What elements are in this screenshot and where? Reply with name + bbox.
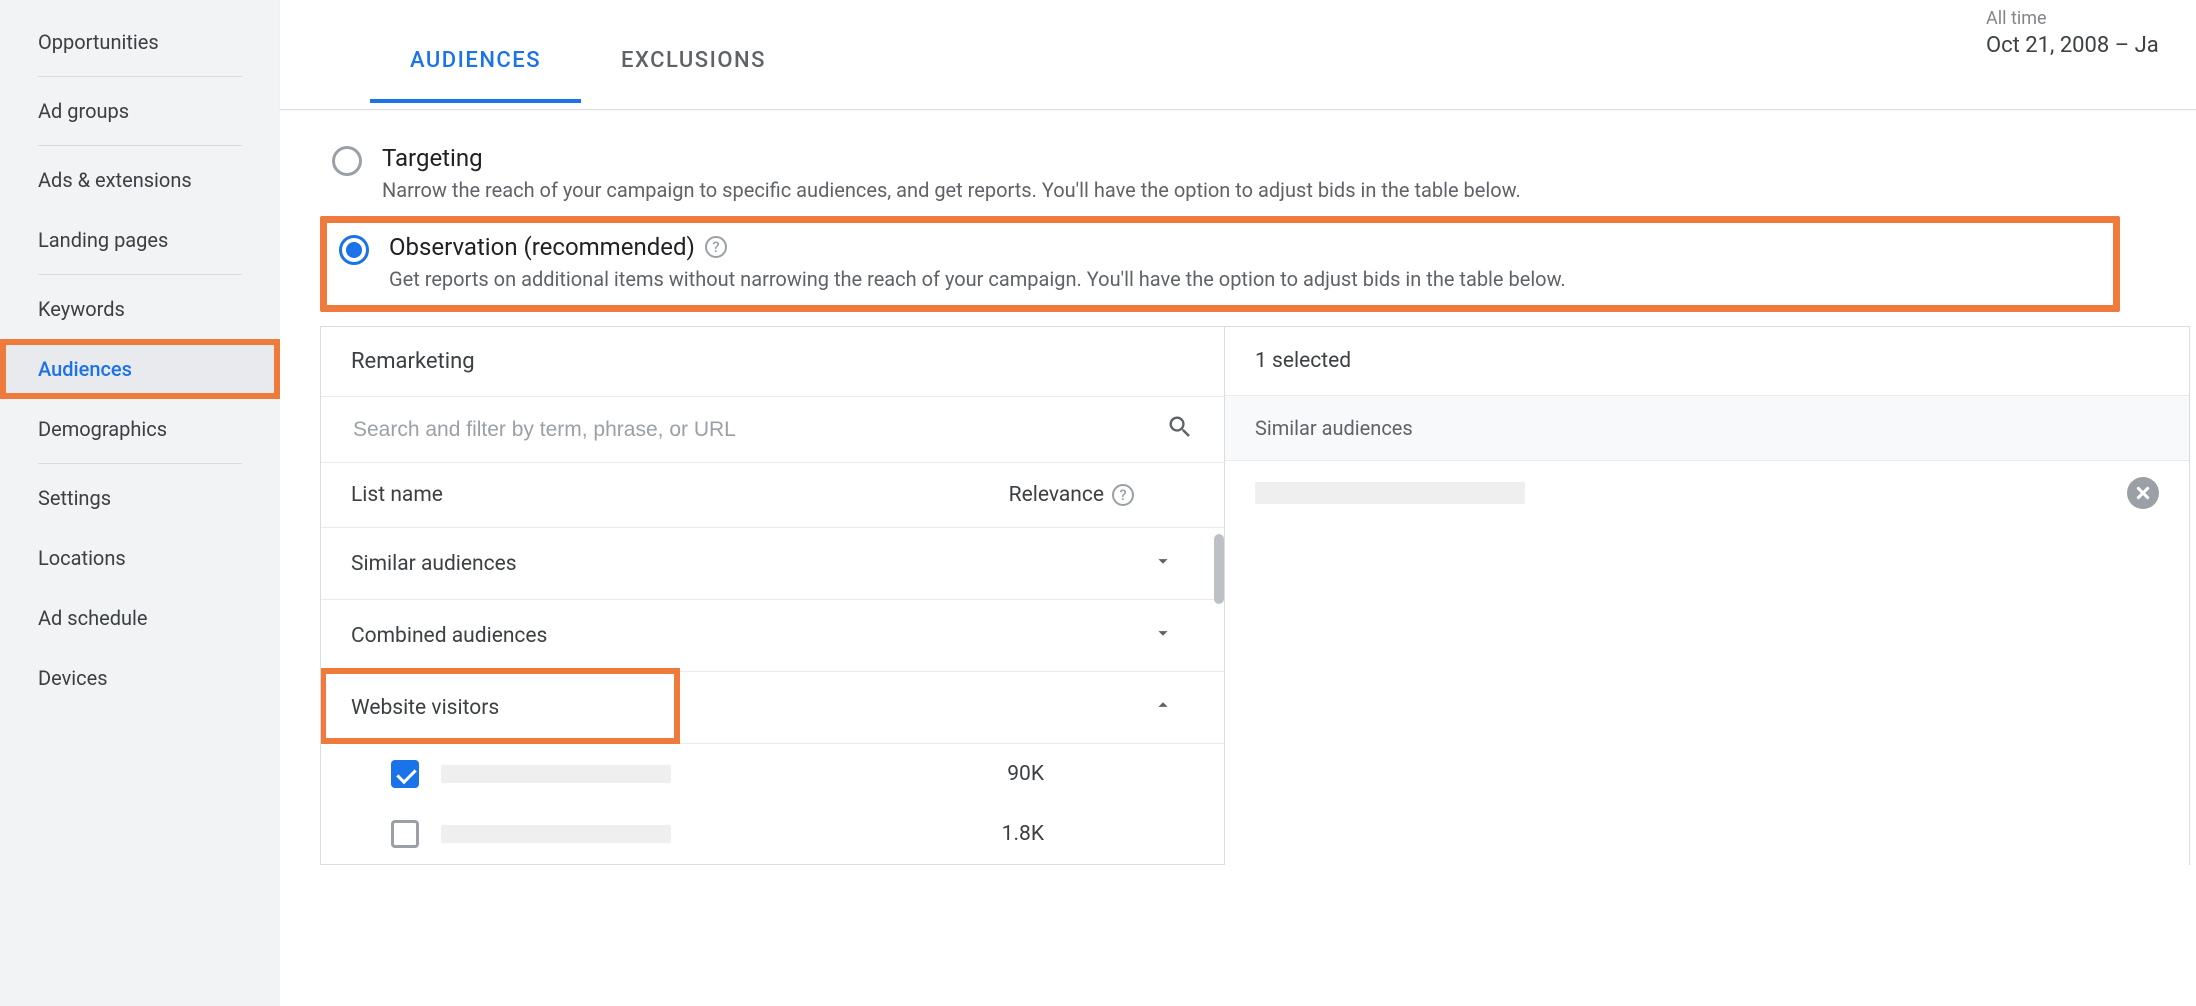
audience-size: 1.8K (1002, 822, 1044, 846)
search-input[interactable] (351, 417, 1166, 443)
list-header-relevance-text: Relevance (1009, 483, 1104, 507)
panel-title-remarketing: Remarketing (321, 327, 1224, 397)
scrollbar-thumb[interactable] (1214, 534, 1224, 604)
sidebar-divider (38, 274, 242, 275)
audience-scroll: Similar audiences Combined audiences Web… (321, 528, 1224, 864)
audience-setting-radios: Targeting Narrow the reach of your campa… (280, 110, 2196, 312)
chevron-down-icon (1152, 622, 1174, 649)
main-content: AUDIENCES EXCLUSIONS All time Oct 21, 20… (280, 0, 2196, 1006)
selected-audience-name-placeholder (1255, 482, 1525, 504)
sidebar-item-ads-extensions[interactable]: Ads & extensions (0, 150, 280, 210)
sidebar-item-settings[interactable]: Settings (0, 468, 280, 528)
radio-observation[interactable] (339, 235, 369, 265)
radio-observation-title: Observation (recommended) ? (389, 233, 1566, 261)
checkbox-unchecked[interactable] (391, 820, 419, 848)
date-range-picker[interactable]: All time Oct 21, 2008 – Ja (1986, 0, 2196, 58)
remove-button[interactable] (2127, 477, 2159, 509)
selected-section-header: Similar audiences (1225, 396, 2189, 461)
search-icon[interactable] (1166, 413, 1194, 446)
sidebar: Opportunities Ad groups Ads & extensions… (0, 0, 280, 1006)
radio-targeting-title: Targeting (382, 144, 1521, 172)
audience-item-row[interactable]: 1.8K (321, 804, 1224, 864)
category-website-visitors[interactable]: Website visitors (321, 672, 1224, 744)
radio-observation-desc: Get reports on additional items without … (389, 267, 1566, 291)
chevron-down-icon (1152, 550, 1174, 577)
radio-row-targeting[interactable]: Targeting Narrow the reach of your campa… (320, 134, 2120, 216)
audience-name-placeholder (441, 765, 671, 783)
date-range-label: All time (1986, 8, 2196, 29)
sidebar-divider (38, 463, 242, 464)
sidebar-item-locations[interactable]: Locations (0, 528, 280, 588)
checkbox-checked[interactable] (391, 760, 419, 788)
category-label: Similar audiences (351, 552, 517, 576)
chevron-up-icon (1152, 694, 1174, 721)
sidebar-item-landing-pages[interactable]: Landing pages (0, 210, 280, 270)
tab-audiences[interactable]: AUDIENCES (370, 30, 581, 103)
list-header-relevance: Relevance ? (1009, 483, 1134, 507)
selected-count: 1 selected (1225, 327, 2189, 396)
sidebar-item-opportunities[interactable]: Opportunities (0, 12, 280, 72)
audience-item-row[interactable]: 90K (321, 744, 1224, 804)
tabs: AUDIENCES EXCLUSIONS (280, 0, 806, 103)
category-similar-audiences[interactable]: Similar audiences (321, 528, 1224, 600)
sidebar-item-demographics[interactable]: Demographics (0, 399, 280, 459)
radio-observation-title-text: Observation (recommended) (389, 233, 695, 261)
sidebar-item-devices[interactable]: Devices (0, 648, 280, 708)
audience-size: 90K (1007, 762, 1044, 786)
list-header: List name Relevance ? (321, 463, 1224, 528)
sidebar-item-ad-groups[interactable]: Ad groups (0, 81, 280, 141)
help-icon[interactable]: ? (705, 236, 727, 258)
tab-exclusions[interactable]: EXCLUSIONS (581, 30, 806, 103)
sidebar-divider (38, 76, 242, 77)
sidebar-item-ad-schedule[interactable]: Ad schedule (0, 588, 280, 648)
audience-panels: Remarketing List name Relevance ? (320, 326, 2196, 865)
sidebar-item-audiences[interactable]: Audiences (0, 339, 280, 399)
audience-name-placeholder (441, 825, 671, 843)
radio-targeting[interactable] (332, 146, 362, 176)
date-range-value: Oct 21, 2008 – Ja (1986, 33, 2196, 58)
help-icon[interactable]: ? (1112, 484, 1134, 506)
sidebar-item-keywords[interactable]: Keywords (0, 279, 280, 339)
list-header-name: List name (351, 483, 443, 507)
selected-audiences-panel: 1 selected Similar audiences (1225, 326, 2190, 865)
category-label: Combined audiences (351, 624, 547, 648)
category-label: Website visitors (351, 696, 499, 720)
top-row: AUDIENCES EXCLUSIONS All time Oct 21, 20… (280, 0, 2196, 110)
sidebar-divider (38, 145, 242, 146)
category-combined-audiences[interactable]: Combined audiences (321, 600, 1224, 672)
selected-audience-row (1225, 461, 2189, 525)
audience-browser-panel: Remarketing List name Relevance ? (320, 326, 1225, 865)
radio-row-observation[interactable]: Observation (recommended) ? Get reports … (320, 216, 2120, 312)
radio-targeting-desc: Narrow the reach of your campaign to spe… (382, 178, 1521, 202)
search-row (321, 397, 1224, 463)
